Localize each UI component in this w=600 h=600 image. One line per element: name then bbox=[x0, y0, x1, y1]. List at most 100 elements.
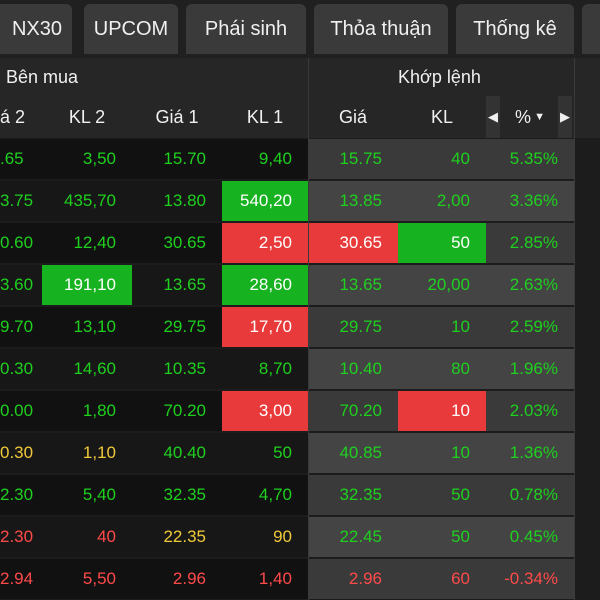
col-change-pct[interactable]: % ▼ bbox=[502, 96, 558, 138]
table-row[interactable]: .65 3,50 15.70 9,40 15.75 40 5.35% bbox=[0, 138, 600, 180]
tab-put-through[interactable]: Thỏa thuận bbox=[314, 4, 448, 54]
table-row[interactable]: 2.30 5,40 32.35 4,70 32.35 50 0.78% bbox=[0, 474, 600, 516]
bid-price-1-cell: 30.65 bbox=[132, 223, 222, 263]
bid-price-2-cell: 9.70 bbox=[0, 307, 42, 347]
bid-vol-1-cell: 2,50 bbox=[222, 223, 308, 263]
match-price-cell: 70.20 bbox=[309, 391, 398, 431]
table-row[interactable]: 0.30 14,60 10.35 8,70 10.40 80 1.96% bbox=[0, 348, 600, 390]
match-vol-cell: 60 bbox=[398, 559, 486, 599]
bid-vol-2-cell: 191,10 bbox=[42, 265, 132, 305]
bid-vol-2-cell: 40 bbox=[42, 517, 132, 557]
bid-vol-2-cell: 1,80 bbox=[42, 391, 132, 431]
bid-vol-1-cell: 3,00 bbox=[222, 391, 308, 431]
caret-left-icon[interactable]: ◀ bbox=[486, 96, 500, 138]
match-price-cell: 13.85 bbox=[309, 181, 398, 221]
bid-vol-2-cell: 1,10 bbox=[42, 433, 132, 473]
change-pct-cell: 5.35% bbox=[486, 139, 574, 179]
bid-price-2-cell: 0.30 bbox=[0, 349, 42, 389]
tab-overflow[interactable] bbox=[582, 4, 600, 54]
match-price-cell: 15.75 bbox=[309, 139, 398, 179]
match-price-cell: 32.35 bbox=[309, 475, 398, 515]
bid-price-1-cell: 29.75 bbox=[132, 307, 222, 347]
change-pct-cell: 3.36% bbox=[486, 181, 574, 221]
table-row[interactable]: 2.94 5,50 2.96 1,40 2.96 60 -0.34% bbox=[0, 558, 600, 600]
table-row[interactable]: 0.30 1,10 40.40 50 40.85 10 1.36% bbox=[0, 432, 600, 474]
match-price-cell: 13.65 bbox=[309, 265, 398, 305]
bid-price-2-cell: 2.30 bbox=[0, 475, 42, 515]
match-vol-cell: 80 bbox=[398, 349, 486, 389]
bid-vol-2-cell: 5,50 bbox=[42, 559, 132, 599]
match-vol-cell: 10 bbox=[398, 391, 486, 431]
table-row[interactable]: 0.00 1,80 70.20 3,00 70.20 10 2.03% bbox=[0, 390, 600, 432]
caret-down-icon: ▼ bbox=[534, 111, 545, 123]
bid-vol-1-cell: 540,20 bbox=[222, 181, 308, 221]
buy-side-group-label: Bên mua bbox=[6, 66, 79, 87]
tab-statistics[interactable]: Thống kê bbox=[456, 4, 574, 54]
tab-label: UPCOM bbox=[93, 17, 169, 40]
bid-vol-2-cell: 435,70 bbox=[42, 181, 132, 221]
bid-vol-1-cell: 90 bbox=[222, 517, 308, 557]
match-vol-cell: 10 bbox=[398, 307, 486, 347]
bid-vol-1-cell: 9,40 bbox=[222, 139, 308, 179]
change-pct-cell: 0.45% bbox=[486, 517, 574, 557]
table-row[interactable]: 2.30 40 22.35 90 22.45 50 0.45% bbox=[0, 516, 600, 558]
matched-group-label: Khớp lệnh bbox=[398, 66, 481, 87]
tab-hnx30[interactable]: NX30 bbox=[0, 4, 72, 54]
match-vol-cell: 40 bbox=[398, 139, 486, 179]
change-pct-cell: 1.36% bbox=[486, 433, 574, 473]
table-row[interactable]: 3.60 191,10 13.65 28,60 13.65 20,00 2.63% bbox=[0, 264, 600, 306]
bid-price-2-cell: 2.30 bbox=[0, 517, 42, 557]
col-match-price[interactable]: Giá bbox=[308, 96, 398, 138]
match-vol-cell: 10 bbox=[398, 433, 486, 473]
bid-vol-1-cell: 50 bbox=[222, 433, 308, 473]
bid-price-1-cell: 40.40 bbox=[132, 433, 222, 473]
col-bid-price-2[interactable]: á 2 bbox=[0, 96, 42, 138]
col-bid-price-1[interactable]: Giá 1 bbox=[132, 96, 222, 138]
bid-vol-2-cell: 5,40 bbox=[42, 475, 132, 515]
match-price-cell: 10.40 bbox=[309, 349, 398, 389]
match-vol-cell: 50 bbox=[398, 475, 486, 515]
col-bid-vol-1[interactable]: KL 1 bbox=[222, 96, 308, 138]
bid-price-1-cell: 15.70 bbox=[132, 139, 222, 179]
bid-price-1-cell: 2.96 bbox=[132, 559, 222, 599]
market-tabs: NX30 UPCOM Phái sinh Thỏa thuận Thống kê bbox=[0, 0, 600, 58]
bid-price-1-cell: 10.35 bbox=[132, 349, 222, 389]
caret-right-icon[interactable]: ▶ bbox=[558, 96, 572, 138]
bid-price-2-cell: 3.60 bbox=[0, 265, 42, 305]
match-price-cell: 22.45 bbox=[309, 517, 398, 557]
tab-label: Thỏa thuận bbox=[330, 17, 432, 40]
bid-price-1-cell: 13.80 bbox=[132, 181, 222, 221]
bid-price-2-cell: 2.94 bbox=[0, 559, 42, 599]
match-price-cell: 40.85 bbox=[309, 433, 398, 473]
match-vol-cell: 2,00 bbox=[398, 181, 486, 221]
tab-upcom[interactable]: UPCOM bbox=[84, 4, 178, 54]
table-row[interactable]: 0.60 12,40 30.65 2,50 30.65 50 2.85% bbox=[0, 222, 600, 264]
match-price-cell: 29.75 bbox=[309, 307, 398, 347]
col-bid-vol-2[interactable]: KL 2 bbox=[42, 96, 132, 138]
table-row[interactable]: 3.75 435,70 13.80 540,20 13.85 2,00 3.36% bbox=[0, 180, 600, 222]
table-row[interactable]: 9.70 13,10 29.75 17,70 29.75 10 2.59% bbox=[0, 306, 600, 348]
bid-vol-1-cell: 4,70 bbox=[222, 475, 308, 515]
change-pct-cell: 1.96% bbox=[486, 349, 574, 389]
bid-price-2-cell: 0.30 bbox=[0, 433, 42, 473]
tab-derivatives[interactable]: Phái sinh bbox=[186, 4, 306, 54]
bid-price-1-cell: 13.65 bbox=[132, 265, 222, 305]
change-pct-cell: -0.34% bbox=[486, 559, 574, 599]
bid-vol-1-cell: 17,70 bbox=[222, 307, 308, 347]
col-match-vol[interactable]: KL bbox=[398, 96, 486, 138]
bid-vol-2-cell: 13,10 bbox=[42, 307, 132, 347]
change-pct-cell: 2.85% bbox=[486, 223, 574, 263]
match-price-cell: 2.96 bbox=[309, 559, 398, 599]
bid-price-2-cell: 0.00 bbox=[0, 391, 42, 431]
bid-vol-1-cell: 8,70 bbox=[222, 349, 308, 389]
match-vol-cell: 50 bbox=[398, 223, 486, 263]
tab-label: NX30 bbox=[11, 17, 62, 40]
bid-price-2-cell: 3.75 bbox=[0, 181, 42, 221]
match-vol-cell: 50 bbox=[398, 517, 486, 557]
tab-label: Thống kê bbox=[473, 17, 557, 40]
match-price-cell: 30.65 bbox=[309, 223, 398, 263]
change-pct-cell: 2.59% bbox=[486, 307, 574, 347]
change-pct-cell: 2.63% bbox=[486, 265, 574, 305]
bid-vol-2-cell: 3,50 bbox=[42, 139, 132, 179]
column-group-header: Bên mua Khớp lệnh bbox=[0, 58, 600, 97]
